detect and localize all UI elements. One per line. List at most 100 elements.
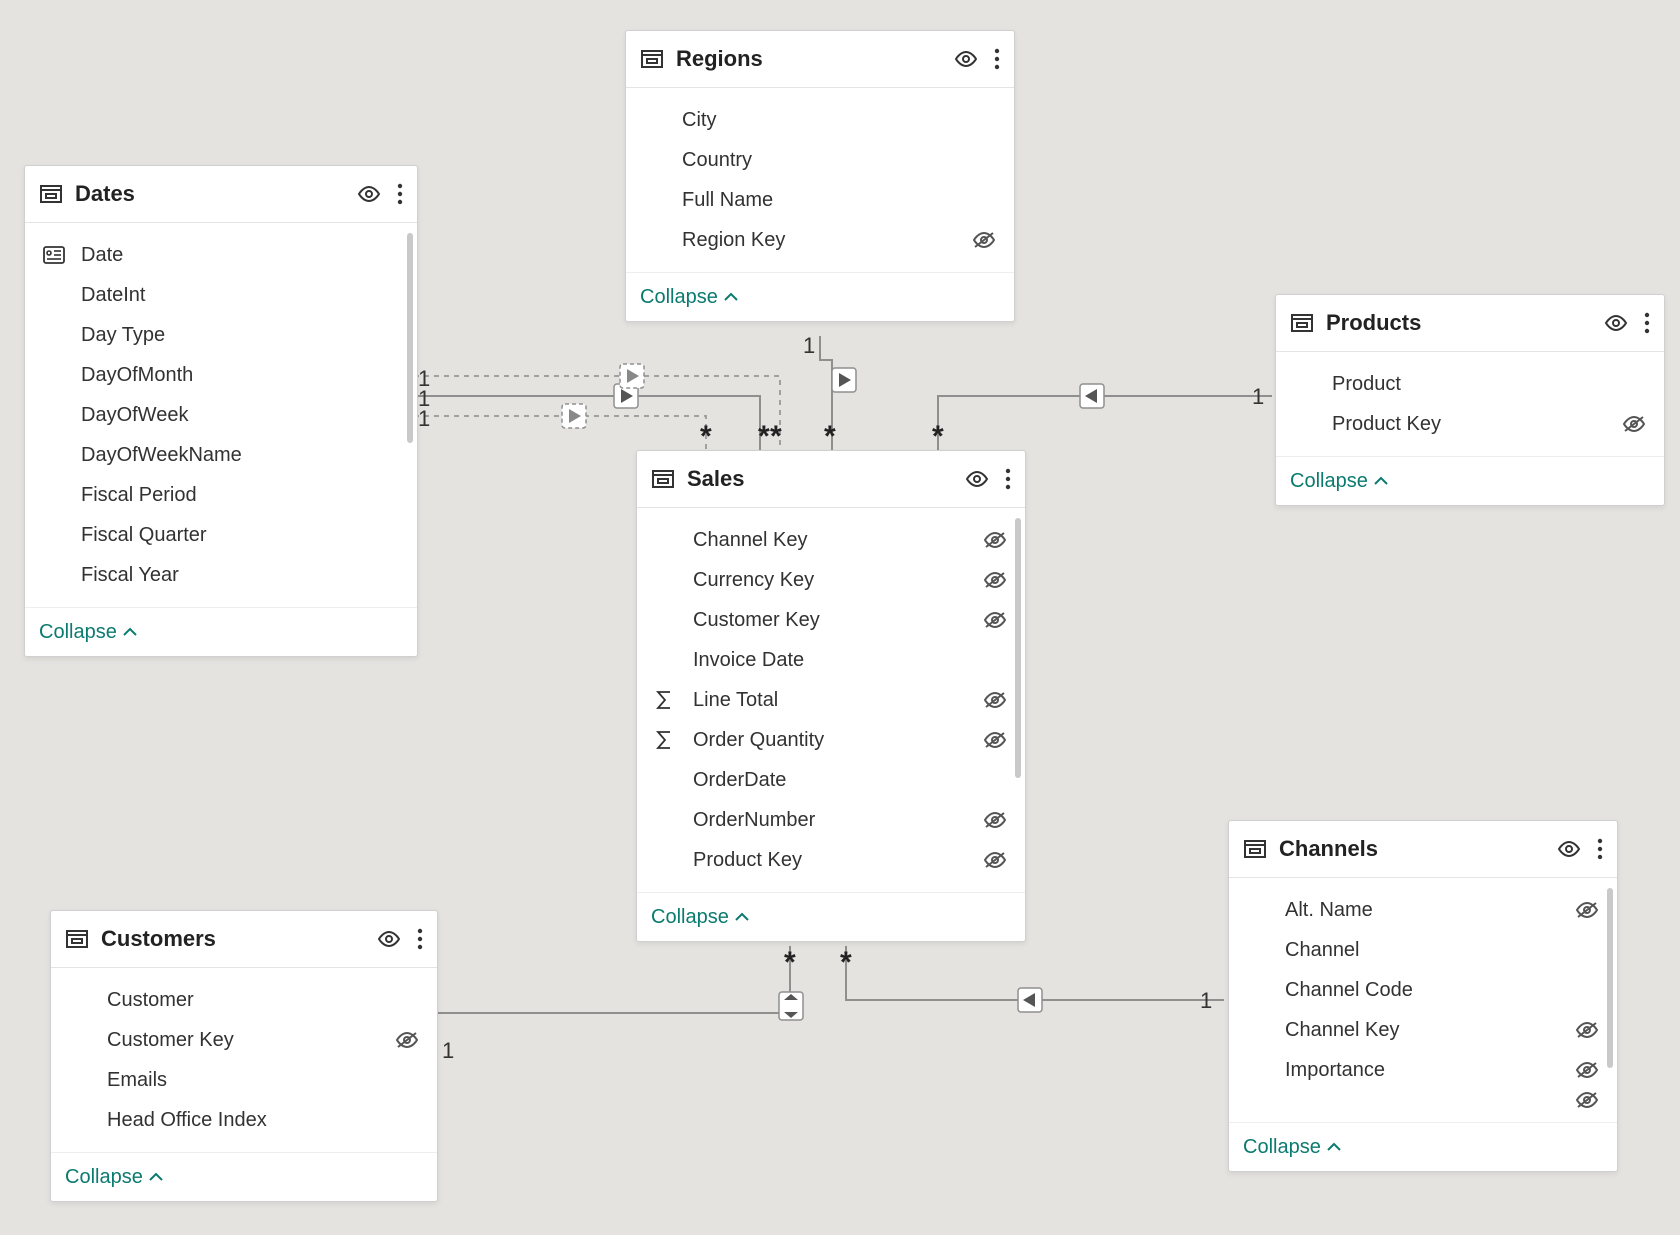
chevron-up-icon: [123, 627, 137, 637]
cardinality-many: *: [824, 420, 836, 454]
visibility-icon[interactable]: [1557, 840, 1581, 858]
more-options-icon[interactable]: [1597, 838, 1603, 860]
card-icon: [43, 246, 65, 264]
table-icon: [1290, 311, 1314, 335]
table-icon: [651, 467, 675, 491]
field-row[interactable]: Alt. Name: [1233, 890, 1613, 930]
field-row[interactable]: Product Key: [1280, 404, 1660, 444]
field-row[interactable]: Fiscal Period: [29, 475, 413, 515]
field-row[interactable]: Region Key: [630, 220, 1010, 260]
hidden-field-icon: [1622, 415, 1646, 433]
field-row[interactable]: Order Quantity: [641, 720, 1021, 760]
table-card-regions[interactable]: Regions City Country Full Name Region Ke…: [625, 30, 1015, 322]
more-options-icon[interactable]: [1644, 312, 1650, 334]
visibility-icon[interactable]: [357, 185, 381, 203]
field-row[interactable]: OrderDate: [641, 760, 1021, 800]
field-row[interactable]: Date: [29, 235, 413, 275]
field-row[interactable]: Fiscal Year: [29, 555, 413, 595]
table-card-dates[interactable]: Dates Date DateInt Day Type DayOfMonth D…: [24, 165, 418, 657]
chevron-up-icon: [1374, 476, 1388, 486]
field-row[interactable]: OrderNumber: [641, 800, 1021, 840]
cardinality-many: *: [700, 420, 712, 454]
field-row[interactable]: [1233, 1090, 1613, 1110]
field-row[interactable]: DateInt: [29, 275, 413, 315]
field-row[interactable]: Invoice Date: [641, 640, 1021, 680]
sum-icon: [655, 690, 673, 710]
collapse-button[interactable]: Collapse: [651, 906, 749, 929]
hidden-field-icon: [983, 691, 1007, 709]
field-row[interactable]: DayOfWeek: [29, 395, 413, 435]
table-card-channels[interactable]: Channels Alt. Name Channel Channel Code …: [1228, 820, 1618, 1172]
field-row[interactable]: Importance: [1233, 1050, 1613, 1090]
field-row[interactable]: Product Key: [641, 840, 1021, 880]
field-row[interactable]: City: [630, 100, 1010, 140]
visibility-icon[interactable]: [965, 470, 989, 488]
collapse-button[interactable]: Collapse: [640, 286, 738, 309]
field-row[interactable]: Product: [1280, 364, 1660, 404]
field-row[interactable]: Emails: [55, 1060, 433, 1100]
field-row[interactable]: Channel Key: [641, 520, 1021, 560]
scrollbar[interactable]: [1015, 518, 1021, 778]
field-row[interactable]: Channel: [1233, 930, 1613, 970]
chevron-up-icon: [149, 1172, 163, 1182]
more-options-icon[interactable]: [397, 183, 403, 205]
table-title: Regions: [676, 46, 954, 72]
table-title: Customers: [101, 926, 377, 952]
field-row[interactable]: Fiscal Quarter: [29, 515, 413, 555]
more-options-icon[interactable]: [1005, 468, 1011, 490]
field-row[interactable]: Full Name: [630, 180, 1010, 220]
field-row[interactable]: Day Type: [29, 315, 413, 355]
collapse-button[interactable]: Collapse: [39, 621, 137, 644]
table-title: Dates: [75, 181, 357, 207]
hidden-field-icon: [983, 611, 1007, 629]
cardinality-many: *: [784, 946, 796, 980]
chevron-up-icon: [1327, 1142, 1341, 1152]
hidden-field-icon: [983, 531, 1007, 549]
scrollbar[interactable]: [1607, 888, 1613, 1068]
chevron-up-icon: [735, 912, 749, 922]
table-card-sales[interactable]: Sales Channel Key Currency Key Customer …: [636, 450, 1026, 942]
model-diagram-canvas[interactable]: 1 * 1 1 1 * * * 1 * 1 * 1 * Regions City…: [0, 0, 1680, 1235]
field-row[interactable]: Customer: [55, 980, 433, 1020]
hidden-field-icon: [1575, 1061, 1599, 1079]
hidden-field-icon: [1575, 1021, 1599, 1039]
table-icon: [1243, 837, 1267, 861]
table-card-customers[interactable]: Customers Customer Customer Key Emails H…: [50, 910, 438, 1202]
table-title: Channels: [1279, 836, 1557, 862]
field-row[interactable]: Line Total: [641, 680, 1021, 720]
chevron-up-icon: [724, 292, 738, 302]
hidden-field-icon: [983, 571, 1007, 589]
table-icon: [65, 927, 89, 951]
field-row[interactable]: Head Office Index: [55, 1100, 433, 1140]
field-row[interactable]: Channel Key: [1233, 1010, 1613, 1050]
field-row[interactable]: Country: [630, 140, 1010, 180]
table-title: Sales: [687, 466, 965, 492]
field-row[interactable]: DayOfWeekName: [29, 435, 413, 475]
visibility-icon[interactable]: [1604, 314, 1628, 332]
collapse-button[interactable]: Collapse: [65, 1166, 163, 1189]
cardinality-many: *: [758, 420, 770, 454]
table-icon: [640, 47, 664, 71]
hidden-field-icon: [972, 231, 996, 249]
scrollbar[interactable]: [407, 233, 413, 443]
more-options-icon[interactable]: [417, 928, 423, 950]
visibility-icon[interactable]: [954, 50, 978, 68]
cardinality-many: *: [932, 420, 944, 454]
cardinality-one: 1: [442, 1038, 454, 1064]
cardinality-one: 1: [803, 333, 815, 359]
hidden-field-icon: [983, 731, 1007, 749]
visibility-icon[interactable]: [377, 930, 401, 948]
hidden-field-icon: [395, 1031, 419, 1049]
collapse-button[interactable]: Collapse: [1290, 470, 1388, 493]
field-row[interactable]: Currency Key: [641, 560, 1021, 600]
field-row[interactable]: Customer Key: [55, 1020, 433, 1060]
hidden-field-icon: [1575, 901, 1599, 919]
collapse-button[interactable]: Collapse: [1243, 1136, 1341, 1159]
table-icon: [39, 182, 63, 206]
field-row[interactable]: Channel Code: [1233, 970, 1613, 1010]
table-card-products[interactable]: Products Product Product Key Collapse: [1275, 294, 1665, 506]
more-options-icon[interactable]: [994, 48, 1000, 70]
field-row[interactable]: DayOfMonth: [29, 355, 413, 395]
field-row[interactable]: Customer Key: [641, 600, 1021, 640]
cardinality-one: 1: [418, 406, 430, 432]
